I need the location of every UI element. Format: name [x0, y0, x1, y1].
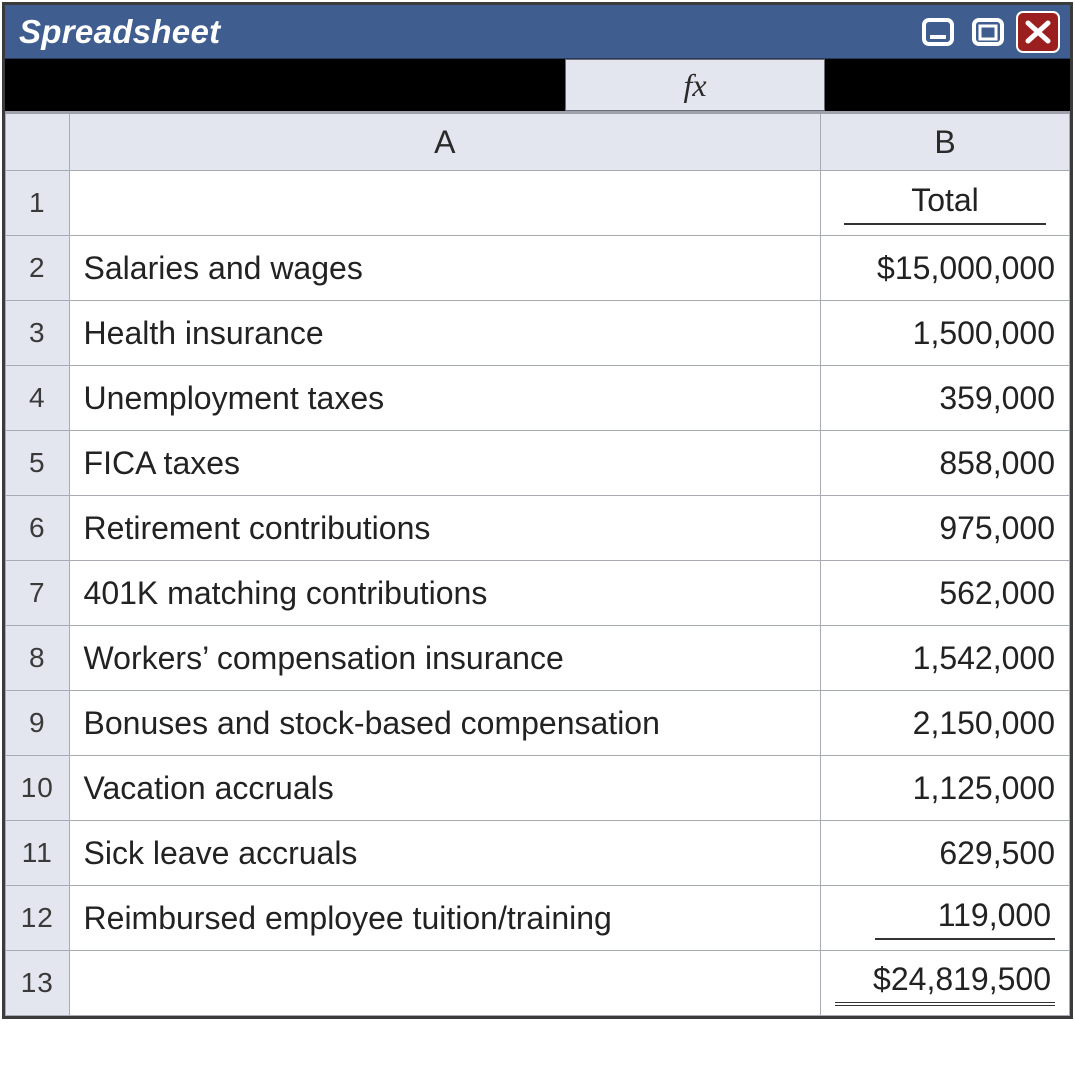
cell-A11[interactable]: Sick leave accruals	[69, 821, 820, 886]
row-4: 4 Unemployment taxes 359,000	[6, 366, 1070, 431]
cell-B8[interactable]: 1,542,000	[821, 626, 1070, 691]
row-header-5[interactable]: 5	[6, 431, 70, 496]
cell-B13-value: $24,819,500	[835, 961, 1055, 1006]
row-header-4[interactable]: 4	[6, 366, 70, 431]
cell-B5[interactable]: 858,000	[821, 431, 1070, 496]
minimize-button[interactable]	[916, 11, 960, 53]
row-5: 5 FICA taxes 858,000	[6, 431, 1070, 496]
formula-input-area[interactable]	[825, 59, 1070, 111]
row-header-9[interactable]: 9	[6, 691, 70, 756]
select-all-corner[interactable]	[6, 113, 70, 171]
cell-B10[interactable]: 1,125,000	[821, 756, 1070, 821]
cell-B9[interactable]: 2,150,000	[821, 691, 1070, 756]
fx-button[interactable]: fx	[565, 59, 825, 111]
cell-B1-value: Total	[844, 182, 1046, 225]
row-header-12[interactable]: 12	[6, 886, 70, 951]
cell-A2[interactable]: Salaries and wages	[69, 236, 820, 301]
cell-A5[interactable]: FICA taxes	[69, 431, 820, 496]
cell-B2[interactable]: $15,000,000	[821, 236, 1070, 301]
maximize-icon	[971, 17, 1005, 47]
row-6: 6 Retirement contributions 975,000	[6, 496, 1070, 561]
cell-A4[interactable]: Unemployment taxes	[69, 366, 820, 431]
row-8: 8 Workers’ compensation insurance 1,542,…	[6, 626, 1070, 691]
cell-B13[interactable]: $24,819,500	[821, 951, 1070, 1016]
cell-B3[interactable]: 1,500,000	[821, 301, 1070, 366]
spreadsheet-grid: A B 1 Total 2 Salaries and wages $15,000…	[5, 111, 1070, 1016]
row-9: 9 Bonuses and stock-based compensation 2…	[6, 691, 1070, 756]
cell-A8[interactable]: Workers’ compensation insurance	[69, 626, 820, 691]
close-icon	[1024, 19, 1052, 45]
cell-A12[interactable]: Reimbursed employee tuition/training	[69, 886, 820, 951]
fx-label: fx	[683, 67, 706, 104]
row-1: 1 Total	[6, 171, 1070, 236]
row-header-6[interactable]: 6	[6, 496, 70, 561]
titlebar[interactable]: Spreadsheet	[5, 5, 1070, 59]
minimize-icon	[921, 17, 955, 47]
row-7: 7 401K matching contributions 562,000	[6, 561, 1070, 626]
row-11: 11 Sick leave accruals 629,500	[6, 821, 1070, 886]
row-13: 13 $24,819,500	[6, 951, 1070, 1016]
column-header-row: A B	[6, 113, 1070, 171]
cell-B1[interactable]: Total	[821, 171, 1070, 236]
row-12: 12 Reimbursed employee tuition/training …	[6, 886, 1070, 951]
window-title: Spreadsheet	[19, 13, 916, 51]
cell-B6[interactable]: 975,000	[821, 496, 1070, 561]
cell-A1[interactable]	[69, 171, 820, 236]
close-button[interactable]	[1016, 11, 1060, 53]
cell-A3[interactable]: Health insurance	[69, 301, 820, 366]
cell-B12-value: 119,000	[875, 897, 1055, 940]
cell-A7[interactable]: 401K matching contributions	[69, 561, 820, 626]
row-header-1[interactable]: 1	[6, 171, 70, 236]
row-2: 2 Salaries and wages $15,000,000	[6, 236, 1070, 301]
cell-B7[interactable]: 562,000	[821, 561, 1070, 626]
maximize-button[interactable]	[966, 11, 1010, 53]
formula-bar: fx	[5, 59, 1070, 111]
cell-A9[interactable]: Bonuses and stock-based compensation	[69, 691, 820, 756]
spreadsheet-window: Spreadsheet	[2, 2, 1073, 1019]
cell-B12[interactable]: 119,000	[821, 886, 1070, 951]
cell-A10[interactable]: Vacation accruals	[69, 756, 820, 821]
cell-A6[interactable]: Retirement contributions	[69, 496, 820, 561]
row-header-10[interactable]: 10	[6, 756, 70, 821]
window-controls	[916, 11, 1060, 53]
cell-B11[interactable]: 629,500	[821, 821, 1070, 886]
row-header-11[interactable]: 11	[6, 821, 70, 886]
row-header-7[interactable]: 7	[6, 561, 70, 626]
row-header-3[interactable]: 3	[6, 301, 70, 366]
name-box-area[interactable]	[5, 59, 565, 111]
column-header-B[interactable]: B	[821, 113, 1070, 171]
cell-A13[interactable]	[69, 951, 820, 1016]
column-header-A[interactable]: A	[69, 113, 820, 171]
row-10: 10 Vacation accruals 1,125,000	[6, 756, 1070, 821]
row-header-13[interactable]: 13	[6, 951, 70, 1016]
row-header-8[interactable]: 8	[6, 626, 70, 691]
row-3: 3 Health insurance 1,500,000	[6, 301, 1070, 366]
cell-B4[interactable]: 359,000	[821, 366, 1070, 431]
row-header-2[interactable]: 2	[6, 236, 70, 301]
